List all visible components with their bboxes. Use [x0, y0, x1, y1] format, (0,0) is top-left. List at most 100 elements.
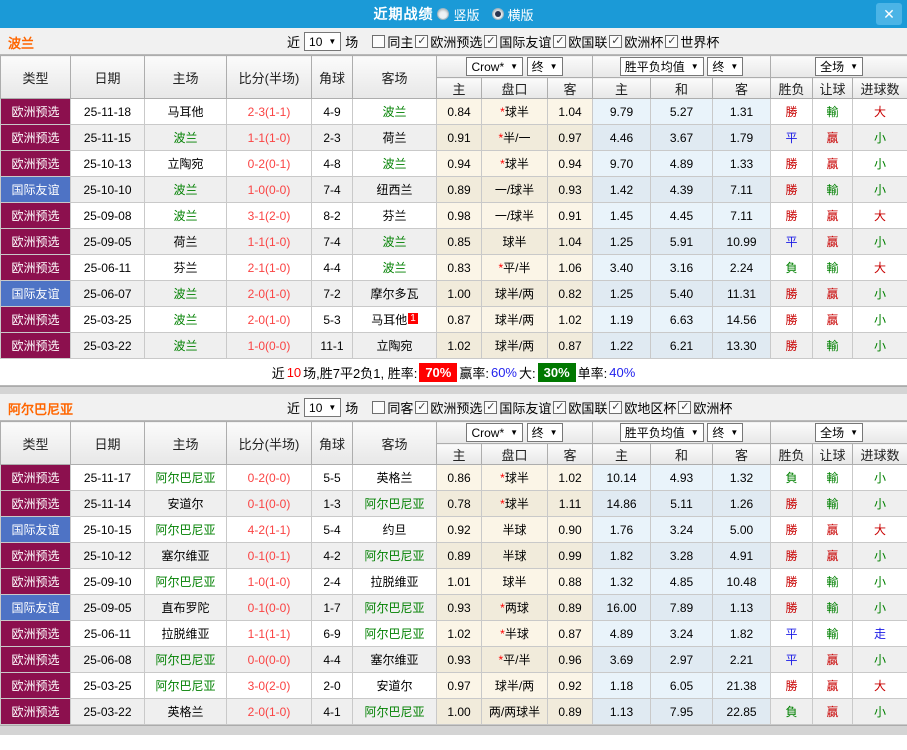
avg-win-cell: 1.22	[592, 332, 652, 359]
date-cell: 25-11-17	[70, 464, 145, 491]
layout-vertical-radio[interactable]: 竖版	[435, 5, 480, 24]
page-title: 近期战绩	[373, 6, 434, 22]
away-odds-cell: 1.06	[546, 254, 594, 281]
away-team-cell: 波兰	[352, 98, 437, 125]
scope-select[interactable]: 全场 ▼	[815, 423, 863, 442]
competition-type-cell: 欧洲预选	[0, 490, 71, 517]
layout-vertical-label: 竖版	[453, 7, 480, 23]
competition-type-cell: 欧洲预选	[0, 698, 71, 725]
avg-win-cell: 1.82	[592, 542, 652, 569]
same-venue-checkbox[interactable]: 同客	[372, 398, 413, 417]
league-checkbox-2[interactable]: ✓ 国际友谊	[484, 32, 551, 51]
league-label: 国际友谊	[499, 401, 552, 416]
goals-result-cell: 小	[852, 698, 907, 725]
avg-lose-cell: 21.38	[712, 672, 772, 699]
avg-odds-select[interactable]: 胜平负均值 ▼	[619, 423, 704, 442]
league-checkbox-4[interactable]: ✓ 欧洲杯	[609, 32, 663, 51]
corners-cell: 8-2	[311, 202, 353, 229]
col-type: 类型	[0, 55, 71, 99]
date-cell: 25-09-05	[70, 594, 145, 621]
away-odds-cell: 0.87	[546, 620, 594, 647]
col-home: 主场	[144, 421, 227, 465]
close-button[interactable]: ✕	[876, 3, 902, 25]
col-corner: 角球	[311, 55, 353, 99]
handicap-cell: 球半/两	[481, 332, 548, 359]
odds-source-select[interactable]: Crow* ▼	[466, 423, 524, 443]
away-team-cell: 阿尔巴尼亚	[352, 594, 437, 621]
final-avg-select[interactable]: 终 ▼	[707, 423, 744, 442]
avg-draw-cell: 5.27	[650, 98, 714, 125]
layout-horizontal-radio[interactable]: 横版	[490, 5, 534, 24]
league-checkbox-1[interactable]: ✓ 欧洲预选	[415, 398, 482, 417]
league-checkbox-3[interactable]: ✓ 欧国联	[553, 398, 607, 417]
away-odds-cell: 0.93	[546, 176, 594, 203]
final-odds-select[interactable]: 终 ▼	[526, 56, 563, 76]
away-odds-cell: 1.04	[546, 228, 594, 255]
handicap-result-cell: 贏	[812, 542, 854, 569]
home-odds-cell: 1.00	[436, 280, 482, 307]
avg-win-cell: 1.25	[592, 228, 652, 255]
avg-lose-cell: 1.26	[712, 490, 772, 517]
same-venue-checkbox[interactable]: 同主	[372, 32, 413, 51]
avg-odds-header: 胜平负均值 ▼ 终 ▼	[592, 55, 772, 78]
filter-row: 波兰 近 10 ▼ 场 同主 ✓ 欧洲预选 ✓ 国际友谊 ✓ 欧国联 ✓ 欧洲杯 ✓ 世界杯	[0, 28, 907, 55]
league-checkbox-5[interactable]: ✓ 世界杯	[665, 32, 719, 51]
avg-draw-cell: 3.16	[650, 254, 714, 281]
odds-source-header: Crow* ▼ 终 ▼	[435, 55, 594, 78]
away-team-cell: 拉脱维亚	[352, 568, 437, 595]
away-team-cell: 英格兰	[352, 464, 437, 491]
avg-win-cell: 14.86	[592, 490, 652, 517]
result-cell: 平	[770, 228, 814, 255]
avg-lose-cell: 5.00	[712, 516, 772, 543]
odds-source-select[interactable]: Crow* ▼	[466, 57, 524, 77]
avg-win-cell: 9.79	[592, 98, 652, 125]
goals-result-cell: 小	[852, 568, 907, 595]
league-checkbox-4[interactable]: ✓ 欧地区杯	[609, 398, 676, 417]
subcol-goals: 进球数	[852, 443, 907, 465]
league-checkbox-2[interactable]: ✓ 国际友谊	[484, 398, 551, 417]
summary-bar: 近 10 场,胜7平2负1, 胜率: 70% 赢率: 60% 大: 30% 单率: 40…	[0, 359, 907, 386]
away-team-cell: 波兰	[352, 228, 437, 255]
col-away: 客场	[352, 421, 437, 465]
handicap-cell: 半球	[481, 542, 548, 569]
handicap-result-cell: 贏	[812, 202, 854, 229]
games-unit-label: 场	[345, 35, 359, 50]
corners-cell: 5-4	[311, 516, 353, 543]
home-team-cell: 波兰	[144, 306, 227, 333]
league-checkbox-5[interactable]: ✓ 欧洲杯	[678, 398, 732, 417]
final-odds-select[interactable]: 终 ▼	[526, 422, 563, 442]
handicap-result-cell: 贏	[812, 228, 854, 255]
date-cell: 25-10-10	[70, 176, 145, 203]
league-checkbox-1[interactable]: ✓ 欧洲预选	[415, 32, 482, 51]
handicap-result-cell: 贏	[812, 516, 854, 543]
scope-select[interactable]: 全场 ▼	[815, 57, 863, 76]
goals-result-cell: 小	[852, 228, 907, 255]
away-odds-cell: 1.02	[546, 464, 594, 491]
result-cell: 勝	[770, 332, 814, 359]
score-cell: 1-1(1-1)	[226, 620, 312, 647]
league-label: 欧洲预选	[430, 401, 483, 416]
avg-odds-select[interactable]: 胜平负均值 ▼	[619, 57, 704, 76]
games-count-select[interactable]: 10 ▼	[304, 32, 342, 51]
league-checkbox-group: ✓ 欧洲预选 ✓ 国际友谊 ✓ 欧国联 ✓ 欧洲杯 ✓ 世界杯	[413, 32, 719, 51]
home-odds-cell: 0.84	[436, 98, 482, 125]
match-row: 欧洲预选 25-03-25 波兰 2-0(1-0) 5-3 马耳他 1 0.87 球半/两 1.0…	[0, 306, 907, 333]
away-odds-cell: 1.02	[546, 306, 594, 333]
away-odds-cell: 0.82	[546, 280, 594, 307]
near-label: 近	[287, 35, 301, 50]
handicap-cell: 一/球半	[481, 202, 548, 229]
league-checkbox-3[interactable]: ✓ 欧国联	[553, 32, 607, 51]
handicap-result-cell: 輸	[812, 620, 854, 647]
final-avg-select[interactable]: 终 ▼	[707, 57, 744, 76]
competition-type-cell: 欧洲预选	[0, 98, 71, 125]
avg-win-cell: 4.89	[592, 620, 652, 647]
result-cell: 勝	[770, 176, 814, 203]
score-cell: 0-1(0-0)	[226, 490, 312, 517]
corners-cell: 5-3	[311, 306, 353, 333]
games-count-select[interactable]: 10 ▼	[304, 398, 342, 417]
goals-result-cell: 小	[852, 124, 907, 151]
competition-type-cell: 欧洲预选	[0, 150, 71, 177]
match-row: 欧洲预选 25-06-11 芬兰 2-1(1-0) 4-4 波兰 0.83 *平/半 1.06 3…	[0, 254, 907, 281]
away-team-cell: 安道尔	[352, 672, 437, 699]
goals-result-cell: 大	[852, 672, 907, 699]
